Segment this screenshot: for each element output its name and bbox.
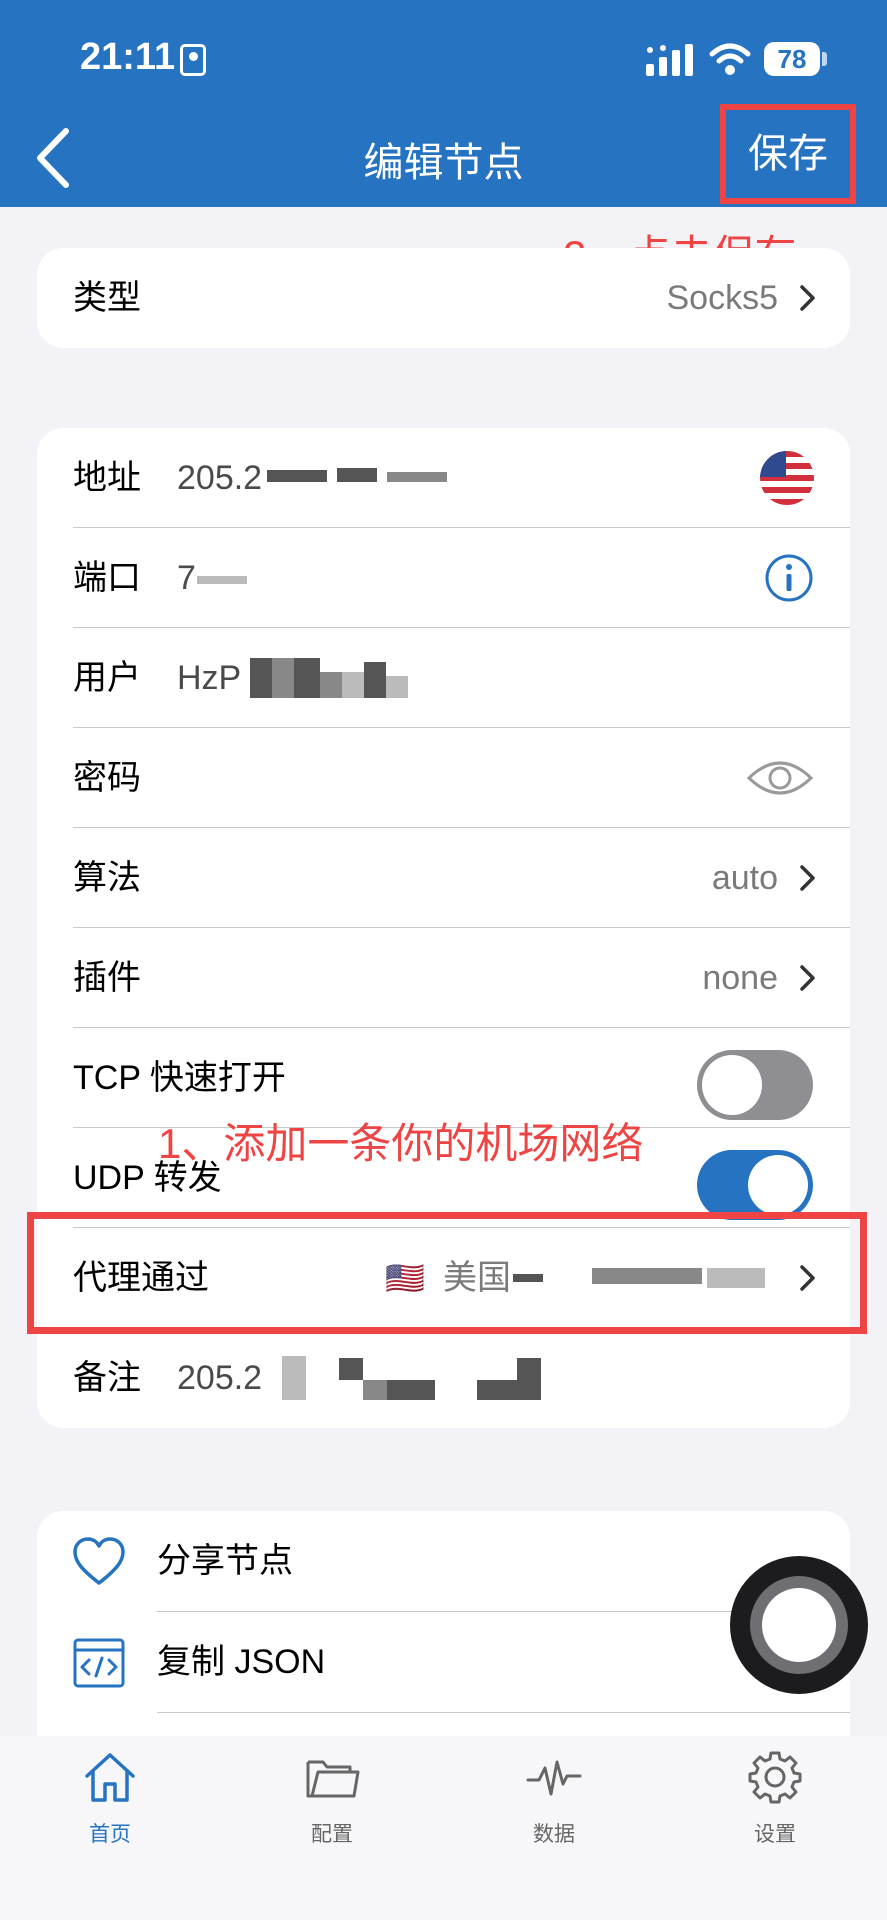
toggle-knob [748,1155,808,1215]
chevron-right-icon [800,285,815,311]
address-row: 地址 205.2 [37,428,850,528]
save-button[interactable]: 保存 [720,104,856,204]
chevron-right-icon [800,965,815,991]
redacted-block [282,1356,306,1400]
redacted-block [364,662,386,698]
remark-input[interactable]: 205.2 [177,1328,262,1428]
share-node-row[interactable]: 分享节点 [37,1511,850,1612]
type-label: 类型 [73,279,141,317]
tcp-fast-open-toggle[interactable] [697,1050,813,1120]
tab-data[interactable]: 数据 [494,1748,614,1848]
redacted-block [320,672,342,698]
folder-icon [306,1760,360,1798]
port-input[interactable]: 7 [177,528,196,628]
password-row: 密码 [37,728,850,828]
redacted-block [272,658,294,698]
us-flag-icon [760,451,814,505]
redacted-block [337,468,377,482]
copy-json-label: 复制 JSON [157,1643,326,1681]
plugin-label: 插件 [73,959,141,997]
code-icon [73,1638,125,1688]
port-row: 端口 7 [37,528,850,628]
type-value: Socks5 [666,279,779,317]
status-time: 21:11 [80,36,176,78]
actions-card: 分享节点 复制 JSON [37,1511,850,1741]
eye-icon[interactable] [746,758,814,798]
remark-row: 备注 205.2 [37,1328,850,1428]
cipher-row[interactable]: 算法 auto [37,828,850,928]
redacted-block [477,1380,517,1400]
gear-icon [748,1751,802,1804]
redacted-block [339,1358,363,1380]
tab-config-label: 配置 [311,1823,353,1846]
heart-icon [73,1537,125,1585]
nav-header: 21:11 78 编辑节点 保存 [0,0,887,207]
redacted-block [387,1380,435,1400]
password-label: 密码 [73,759,141,797]
cipher-label: 算法 [73,859,141,897]
redacted-block [197,576,247,584]
tab-config[interactable]: 配置 [272,1748,392,1848]
port-label: 端口 [73,559,141,597]
proxy-via-highlight [27,1212,867,1334]
address-input[interactable]: 205.2 [177,428,262,528]
tab-settings[interactable]: 设置 [715,1748,835,1848]
assistive-touch-button[interactable] [730,1556,868,1694]
type-card: 类型 Socks5 [37,248,850,348]
tab-home-label: 首页 [89,1823,131,1846]
copy-json-row[interactable]: 复制 JSON [37,1612,850,1713]
tab-bar: 首页 配置 数据 设置 [0,1736,887,1920]
redacted-block [250,658,272,698]
tab-settings-label: 设置 [754,1823,796,1846]
contact-card-icon [180,44,206,76]
redacted-block [294,658,320,698]
cipher-value: auto [711,859,778,897]
user-row: 用户 HzP [37,628,850,728]
battery-tip [822,52,827,66]
type-row[interactable]: 类型 Socks5 [37,248,850,348]
tab-data-label: 数据 [533,1823,575,1846]
pulse-icon [526,1760,582,1796]
udp-relay-toggle[interactable] [697,1150,813,1220]
user-input[interactable]: HzP [177,628,241,728]
tab-home[interactable]: 首页 [50,1748,170,1848]
redacted-block [342,672,364,698]
plugin-row[interactable]: 插件 none [37,928,850,1028]
redacted-block [386,676,408,698]
cellular-signal-icon [646,44,693,76]
proxy-annotation: 1、添加一条你的机场网络 [158,1120,644,1167]
redacted-block [517,1358,541,1400]
user-label: 用户 [73,659,141,697]
plugin-value: none [702,959,778,997]
redacted-block [387,472,447,482]
redacted-block [363,1380,387,1400]
chevron-right-icon [800,865,815,891]
info-icon[interactable] [764,553,814,603]
wifi-icon [709,43,751,75]
toggle-knob [702,1055,762,1115]
remark-label: 备注 [73,1359,141,1397]
battery-icon: 78 [764,42,820,76]
address-label: 地址 [73,459,141,497]
redacted-block [267,470,327,482]
home-icon [85,1753,135,1802]
share-node-label: 分享节点 [157,1542,293,1580]
